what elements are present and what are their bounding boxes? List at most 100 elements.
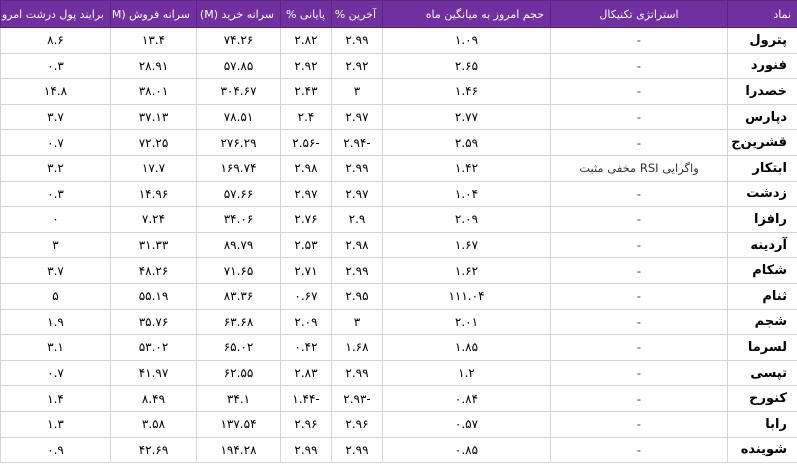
cell-sell-per-capita: ۳۷.۱۳ <box>110 103 197 131</box>
cell-last-pct: ۲.۹۹ <box>331 359 383 387</box>
header-last-pct[interactable]: آخرین % <box>331 0 383 28</box>
cell-sell-per-capita: ۳۵.۷۶ <box>110 308 197 336</box>
cell-buy-per-capita: ۶۵.۰۲ <box>196 334 281 361</box>
cell-close-pct: ۲.۹۷ <box>280 180 332 208</box>
table-row[interactable]: آردینه -۱.۶۷ ۲.۹۸ ۲.۵۳ ۸۹.۷۹ ۳۱.۳۳ ۳ <box>0 231 797 259</box>
cell-technical-strategy: - <box>550 308 728 336</box>
cell-symbol: دپارس <box>727 103 797 131</box>
table-row[interactable]: ابتکار واگرایی RSI مخفی مثبت ۱.۴۲ ۲.۹۹ ۲.۹۸ ۱… <box>0 154 797 182</box>
cell-close-pct: ۲.۹۲ <box>280 52 332 80</box>
cell-close-pct: -۲.۵۶ <box>280 129 332 156</box>
cell-money-flow: ۳.۲ <box>0 154 111 182</box>
cell-technical-strategy: - <box>550 385 728 412</box>
cell-close-pct: ۲.۷۱ <box>280 257 332 284</box>
cell-technical-strategy: - <box>550 206 728 233</box>
cell-close-pct: -۱.۴۴ <box>280 385 332 412</box>
cell-sell-per-capita: ۵۵.۱۹ <box>110 282 197 310</box>
header-row: نماد استراتژی تکنیکال حجم امروز به میانگ… <box>0 0 797 28</box>
cell-symbol: پترول <box>727 27 797 54</box>
table-row[interactable]: شجم -۲.۰۱ ۳ ۲.۰۹ ۶۳.۶۸ ۳۵.۷۶ ۱.۹ <box>0 308 797 336</box>
cell-last-pct: ۲.۹۶ <box>331 410 383 438</box>
cell-sell-per-capita: ۳۸.۰۱ <box>110 78 197 105</box>
header-close-pct[interactable]: پایانی % <box>280 0 332 28</box>
table-row[interactable]: رابا -۰.۵۷ ۲.۹۶ ۲.۹۶ ۱۳۷.۵۴ ۳.۵۸ ۱.۳ <box>0 410 797 438</box>
cell-money-flow: ۳.۷ <box>0 103 111 131</box>
stock-screener-table: نماد استراتژی تکنیکال حجم امروز به میانگ… <box>0 0 797 464</box>
cell-technical-strategy: - <box>550 334 728 361</box>
cell-technical-strategy: - <box>550 410 728 438</box>
table-row[interactable]: تپسی -۱.۲ ۲.۹۹ ۲.۸۳ ۶۲.۵۵ ۴۱.۹۷ ۰.۷ <box>0 359 797 387</box>
cell-volume-ratio: ۲.۰۹ <box>382 206 551 233</box>
cell-symbol: آردینه <box>727 231 797 259</box>
cell-money-flow: ۵ <box>0 282 111 310</box>
table-row[interactable]: فنورد -۲.۶۵ ۲.۹۲ ۲.۹۲ ۵۷.۸۵ ۲۸.۹۱ ۰.۳ <box>0 52 797 80</box>
cell-money-flow: ۱.۳ <box>0 410 111 438</box>
cell-technical-strategy: - <box>550 359 728 387</box>
cell-last-pct: ۲.۹۹ <box>331 436 383 464</box>
cell-buy-per-capita: ۷۸.۵۱ <box>196 103 281 131</box>
cell-close-pct: ۰.۶۷ <box>280 282 332 310</box>
table-row[interactable]: شوینده -۰.۸۵ ۲.۹۹ ۲.۹۹ ۱۹۴.۲۸ ۴۲.۶۹ ۰.۹ <box>0 436 797 464</box>
table-row[interactable]: پترول -۱.۰۹ ۲.۹۹ ۲.۸۲ ۷۴.۲۶ ۱۳.۴ ۸.۶ <box>0 27 797 54</box>
cell-buy-per-capita: ۲۷۶.۲۹ <box>196 129 281 156</box>
cell-buy-per-capita: ۳۴.۱ <box>196 385 281 412</box>
cell-money-flow: ۰.۳ <box>0 180 111 208</box>
cell-last-pct: ۲.۹۵ <box>331 282 383 310</box>
cell-symbol: زدشت <box>727 180 797 208</box>
table-row[interactable]: زدشت -۱.۰۴ ۲.۹۷ ۲.۹۷ ۵۷.۶۶ ۱۴.۹۶ ۰.۳ <box>0 180 797 208</box>
cell-buy-per-capita: ۵۷.۸۵ <box>196 52 281 80</box>
header-buy-per-capita[interactable]: سرانه خرید (M) <box>196 0 281 28</box>
cell-technical-strategy: - <box>550 129 728 156</box>
cell-symbol: قشرین‌ج <box>727 129 797 156</box>
cell-volume-ratio: ۱.۴۲ <box>382 154 551 182</box>
table-row[interactable]: شکام -۱.۶۲ ۲.۹۹ ۲.۷۱ ۷۱.۶۵ ۴۸.۲۶ ۳.۷ <box>0 257 797 284</box>
cell-volume-ratio: ۰.۸۴ <box>382 385 551 412</box>
cell-buy-per-capita: ۸۳.۳۶ <box>196 282 281 310</box>
header-symbol[interactable]: نماد <box>727 0 797 28</box>
cell-last-pct: ۱.۶۸ <box>331 334 383 361</box>
cell-volume-ratio: ۰.۵۷ <box>382 410 551 438</box>
header-money-flow[interactable]: برایند پول درشت امروز (B) <box>0 0 111 28</box>
table-row[interactable]: رافزا -۲.۰۹ ۲.۹ ۲.۷۶ ۳۴.۰۶ ۷.۲۴ ۰ <box>0 206 797 233</box>
cell-volume-ratio: ۱.۰۴ <box>382 180 551 208</box>
table-row[interactable]: قشرین‌ج -۲.۵۹ -۲.۹۴ -۲.۵۶ ۲۷۶.۲۹ ۷۲.۲۵ ۰.۷ <box>0 129 797 156</box>
cell-symbol: رابا <box>727 410 797 438</box>
cell-last-pct: ۳ <box>331 308 383 336</box>
cell-symbol: تپسی <box>727 359 797 387</box>
cell-volume-ratio: ۲.۵۹ <box>382 129 551 156</box>
cell-volume-ratio: ۱.۰۹ <box>382 27 551 54</box>
cell-money-flow: ۰.۳ <box>0 52 111 80</box>
cell-sell-per-capita: ۸.۴۹ <box>110 385 197 412</box>
cell-symbol: فنورد <box>727 52 797 80</box>
table-row[interactable]: خصدرا -۱.۴۶ ۳ ۲.۴۳ ۳۰۴.۶۷ ۳۸.۰۱ ۱۴.۸ <box>0 78 797 105</box>
cell-close-pct: ۲.۸۳ <box>280 359 332 387</box>
cell-close-pct: ۲.۴ <box>280 103 332 131</box>
cell-symbol: شکام <box>727 257 797 284</box>
cell-volume-ratio: ۰.۸۵ <box>382 436 551 464</box>
header-technical-strategy[interactable]: استراتژی تکنیکال <box>550 0 728 28</box>
cell-symbol: ثنام <box>727 282 797 310</box>
header-volume-ratio[interactable]: حجم امروز به میانگین ماه <box>382 0 551 28</box>
cell-buy-per-capita: ۷۴.۲۶ <box>196 27 281 54</box>
cell-money-flow: ۳.۷ <box>0 257 111 284</box>
cell-last-pct: ۳ <box>331 78 383 105</box>
cell-close-pct: ۲.۹۸ <box>280 154 332 182</box>
cell-money-flow: ۱.۹ <box>0 308 111 336</box>
cell-buy-per-capita: ۶۳.۶۸ <box>196 308 281 336</box>
header-sell-per-capita[interactable]: سرانه فروش (M) <box>110 0 197 28</box>
table-row[interactable]: لسرما -۱.۸۵ ۱.۶۸ ۰.۴۲ ۶۵.۰۲ ۵۳.۰۲ ۳.۱ <box>0 334 797 361</box>
table-row[interactable]: ثنام -۱۱۱.۰۴ ۲.۹۵ ۰.۶۷ ۸۳.۳۶ ۵۵.۱۹ ۵ <box>0 282 797 310</box>
cell-sell-per-capita: ۱۷.۷ <box>110 154 197 182</box>
cell-money-flow: ۱.۴ <box>0 385 111 412</box>
cell-last-pct: ۲.۹۲ <box>331 52 383 80</box>
cell-volume-ratio: ۱.۶۷ <box>382 231 551 259</box>
cell-volume-ratio: ۲.۰۱ <box>382 308 551 336</box>
table-row[interactable]: دپارس -۲.۷۷ ۲.۹۷ ۲.۴ ۷۸.۵۱ ۳۷.۱۳ ۳.۷ <box>0 103 797 131</box>
table-row[interactable]: کنورح -۰.۸۴ -۲.۹۳ -۱.۴۴ ۳۴.۱ ۸.۴۹ ۱.۴ <box>0 385 797 412</box>
cell-buy-per-capita: ۶۲.۵۵ <box>196 359 281 387</box>
cell-buy-per-capita: ۳۰۴.۶۷ <box>196 78 281 105</box>
cell-close-pct: ۲.۹۶ <box>280 410 332 438</box>
cell-sell-per-capita: ۴۲.۶۹ <box>110 436 197 464</box>
cell-buy-per-capita: ۷۱.۶۵ <box>196 257 281 284</box>
cell-sell-per-capita: ۱۳.۴ <box>110 27 197 54</box>
